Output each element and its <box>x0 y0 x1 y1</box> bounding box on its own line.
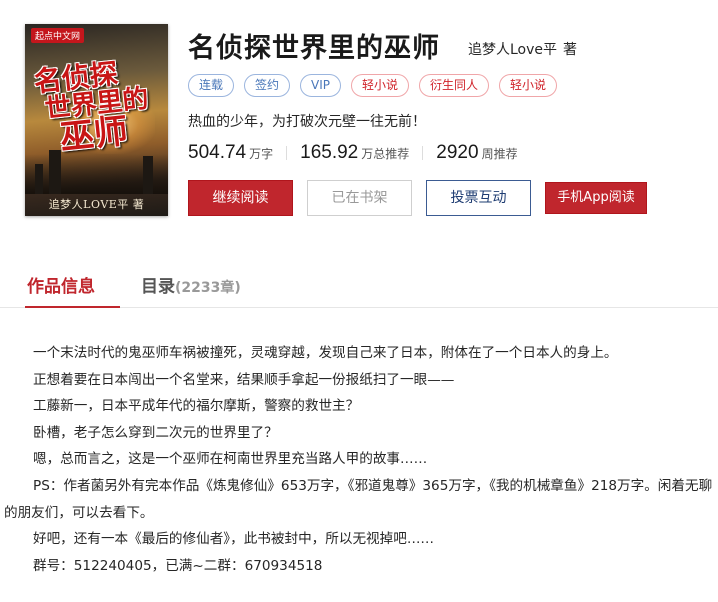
description-paragraph: 好吧，还有一本《最后的修仙者》，此书被封中，所以无视掉吧…… <box>33 531 435 548</box>
chapter-count: (2233章) <box>175 280 241 296</box>
tab-book-info[interactable]: 作品信息 <box>25 272 120 308</box>
description-paragraph: 正想着要在日本闯出一个名堂来，结果顺手拿起一份报纸扫了一眼—— <box>33 371 455 388</box>
author-suffix: 著 <box>563 42 578 58</box>
tag-category[interactable]: 轻小说 <box>351 74 410 97</box>
book-cover[interactable]: 起点中文网 名侦探 世界里的 巫师 追梦人LOVE平 著 <box>25 24 168 216</box>
tag-category[interactable]: 轻小说 <box>499 74 558 97</box>
tag-list: 连载 签约 VIP 轻小说 衍生同人 轻小说 <box>188 74 558 97</box>
stat-unit: 万字 <box>249 147 274 161</box>
cover-brand-logo: 起点中文网 <box>31 28 85 43</box>
description-paragraph: 嗯，总而言之，这是一个巫师在柯南世界里充当路人甲的故事…… <box>33 451 428 468</box>
stat-number: 504.74 <box>188 142 247 163</box>
stat-unit: 周推荐 <box>481 147 518 161</box>
cover-author: 追梦人LOVE平 著 <box>48 198 145 211</box>
stat-number: 165.92 <box>300 142 359 163</box>
continue-reading-button[interactable]: 继续阅读 <box>188 180 293 216</box>
stat-weekly-recommend: 2920 周推荐 <box>436 142 517 164</box>
description-paragraph: 一个末法时代的鬼巫师车祸被撞死，灵魂穿越，发现自己来了日本，附体在了一个日本人的… <box>33 345 618 361</box>
on-shelf-button[interactable]: 已在书架 <box>307 180 412 216</box>
stat-divider <box>286 146 288 160</box>
cover-tower <box>35 164 43 194</box>
cover-tower <box>143 156 153 194</box>
stat-divider <box>422 146 424 160</box>
cover-title: 名侦探 世界里的 巫师 <box>32 56 167 158</box>
tag-status[interactable]: 连载 <box>188 74 235 97</box>
stat-total-recommend: 165.92 万总推荐 <box>300 142 409 164</box>
stat-unit: 万总推荐 <box>361 147 410 161</box>
book-header: 起点中文网 名侦探 世界里的 巫师 追梦人LOVE平 著 名侦探世界里的巫师 追… <box>0 0 718 232</box>
stat-word-count: 504.74 万字 <box>188 142 273 164</box>
book-title: 名侦探世界里的巫师 <box>188 33 440 64</box>
tab-catalog-label: 目录 <box>141 277 175 297</box>
tag-signed[interactable]: 签约 <box>244 74 291 97</box>
book-description: 一个末法时代的鬼巫师车祸被撞死，灵魂穿越，发现自己来了日本，附体在了一个日本人的… <box>4 340 716 579</box>
content-tabs: 作品信息 目录(2233章) <box>0 264 718 308</box>
author-line: 追梦人Love平著 <box>468 39 577 59</box>
author-link[interactable]: 追梦人Love平 <box>468 42 557 58</box>
description-paragraph: 群号：512240405，已满~二群：670934518 <box>33 557 323 574</box>
book-stats: 504.74 万字 165.92 万总推荐 2920 周推荐 <box>188 142 518 164</box>
stat-number: 2920 <box>436 142 479 163</box>
description-paragraph: PS：作者菌另外有完本作品《炼鬼修仙》653万字，《邪道鬼尊》365万字，《我的… <box>4 477 713 521</box>
book-intro: 热血的少年，为打破次元壁一往无前！ <box>188 114 426 130</box>
tab-catalog[interactable]: 目录(2233章) <box>141 272 241 297</box>
tag-vip[interactable]: VIP <box>300 74 342 97</box>
tag-subcategory[interactable]: 衍生同人 <box>419 74 490 97</box>
app-read-button[interactable]: 手机App阅读 <box>545 182 647 214</box>
description-paragraph: 工藤新一，日本平成年代的福尔摩斯，警察的救世主？ <box>33 398 360 415</box>
vote-button[interactable]: 投票互动 <box>426 180 531 216</box>
description-paragraph: 卧槽，老子怎么穿到二次元的世界里了？ <box>33 424 278 441</box>
